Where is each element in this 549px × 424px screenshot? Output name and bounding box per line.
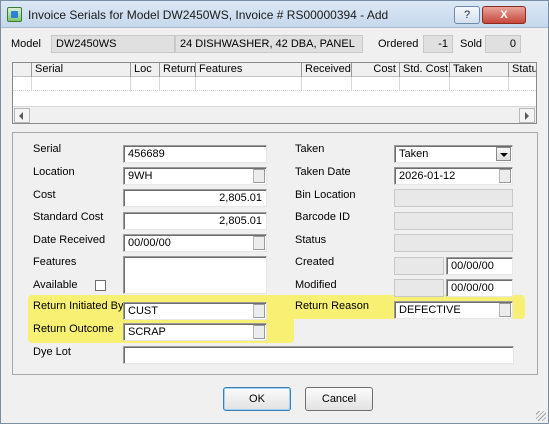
status-field — [394, 234, 513, 252]
created-label: Created — [295, 256, 335, 268]
bin-location-label: Bin Location — [295, 189, 356, 201]
taken-value: Taken — [399, 148, 429, 160]
model-label: Model — [11, 38, 41, 50]
title-bar[interactable]: Invoice Serials for Model DW2450WS, Invo… — [1, 1, 548, 28]
return-reason-label: Return Reason — [295, 300, 369, 312]
col-return[interactable]: Return — [159, 63, 195, 77]
return-outcome-input[interactable]: SCRAP — [123, 323, 267, 341]
location-lookup-button[interactable] — [253, 169, 265, 183]
close-button[interactable]: X — [482, 6, 526, 24]
taken-date-value: 2026-01-12 — [399, 170, 456, 182]
scroll-left-icon[interactable] — [14, 108, 30, 123]
col-std-cost[interactable]: Std. Cost — [399, 63, 449, 77]
status-label: Status — [295, 234, 327, 246]
return-reason-input[interactable]: DEFECTIVE — [394, 301, 513, 319]
scroll-right-icon[interactable] — [519, 108, 535, 123]
date-received-input[interactable]: 00/00/00 — [123, 234, 267, 252]
date-received-label: Date Received — [33, 234, 106, 246]
model-field: DW2450WS — [51, 35, 175, 53]
features-textarea[interactable] — [123, 256, 267, 294]
taken-date-input[interactable]: 2026-01-12 — [394, 167, 513, 185]
serial-detail-panel: Serial 456689 Location 9WH Cost 2,805.01… — [12, 132, 538, 375]
ok-button[interactable]: OK — [223, 387, 291, 411]
serial-input[interactable]: 456689 — [123, 145, 267, 163]
return-initiated-by-value: CUST — [128, 305, 158, 317]
location-input[interactable]: 9WH — [123, 167, 267, 185]
return-outcome-value: SCRAP — [128, 326, 166, 338]
ordered-field: -1 — [423, 35, 453, 53]
ordered-label: Ordered — [378, 38, 419, 50]
barcode-id-field — [394, 212, 513, 230]
features-label: Features — [33, 256, 77, 268]
col-cost[interactable]: Cost — [351, 63, 399, 77]
date-received-value: 00/00/00 — [128, 237, 171, 249]
grid-header: Serial Loc Return Features Received Cost… — [13, 63, 536, 77]
barcode-id-label: Barcode ID — [295, 211, 351, 223]
grid-horizontal-scrollbar[interactable] — [13, 106, 536, 123]
help-button[interactable]: ? — [454, 6, 480, 24]
created-date-field: 00/00/00 — [446, 257, 513, 275]
model-description-field: 24 DISHWASHER, 42 DBA, PANEL — [175, 35, 363, 53]
sold-field: 0 — [485, 35, 521, 53]
window-title: Invoice Serials for Model DW2450WS, Invo… — [28, 8, 389, 22]
return-reason-lookup-button[interactable] — [499, 303, 511, 317]
col-serial[interactable]: Serial — [31, 63, 130, 77]
return-initiated-by-input[interactable]: CUST — [123, 302, 267, 320]
chevron-down-icon[interactable] — [496, 147, 511, 161]
modified-date-field: 00/00/00 — [446, 279, 513, 297]
return-reason-value: DEFECTIVE — [399, 304, 461, 316]
cost-label: Cost — [33, 189, 56, 201]
col-status[interactable]: Status — [508, 63, 536, 77]
modified-user-field — [394, 279, 444, 297]
serials-grid[interactable]: Serial Loc Return Features Received Cost… — [12, 62, 537, 124]
invoice-serials-window: Invoice Serials for Model DW2450WS, Invo… — [0, 0, 549, 424]
col-taken[interactable]: Taken — [449, 63, 508, 77]
available-label: Available — [33, 279, 78, 291]
standard-cost-input[interactable]: 2,805.01 — [123, 212, 267, 230]
available-checkbox[interactable] — [95, 280, 106, 291]
sold-label: Sold — [460, 38, 483, 50]
return-outcome-lookup-button[interactable] — [253, 325, 265, 339]
grid-row-selector-header — [13, 63, 31, 77]
location-value: 9WH — [128, 170, 153, 182]
table-row[interactable] — [13, 77, 536, 91]
return-initiated-by-lookup-button[interactable] — [253, 304, 265, 318]
date-received-picker-button[interactable] — [253, 236, 265, 250]
taken-date-picker-button[interactable] — [499, 169, 511, 183]
col-loc[interactable]: Loc — [130, 63, 159, 77]
modified-label: Modified — [295, 279, 337, 291]
app-icon — [7, 7, 22, 22]
taken-label: Taken — [295, 143, 325, 155]
serial-label: Serial — [33, 143, 62, 155]
location-label: Location — [33, 166, 75, 178]
return-initiated-by-label: Return Initiated By — [33, 300, 124, 312]
dye-lot-input[interactable] — [123, 346, 514, 364]
taken-date-label: Taken Date — [295, 166, 351, 178]
bin-location-field — [394, 189, 513, 207]
cancel-button[interactable]: Cancel — [305, 387, 373, 411]
col-received[interactable]: Received — [301, 63, 351, 77]
created-user-field — [394, 257, 444, 275]
standard-cost-label: Standard Cost — [33, 211, 104, 223]
taken-select[interactable]: Taken — [394, 145, 513, 163]
dye-lot-label: Dye Lot — [33, 346, 71, 358]
resize-grip-icon[interactable] — [536, 411, 546, 421]
col-features[interactable]: Features — [195, 63, 301, 77]
cost-input[interactable]: 2,805.01 — [123, 189, 267, 207]
return-outcome-label: Return Outcome — [33, 323, 114, 335]
